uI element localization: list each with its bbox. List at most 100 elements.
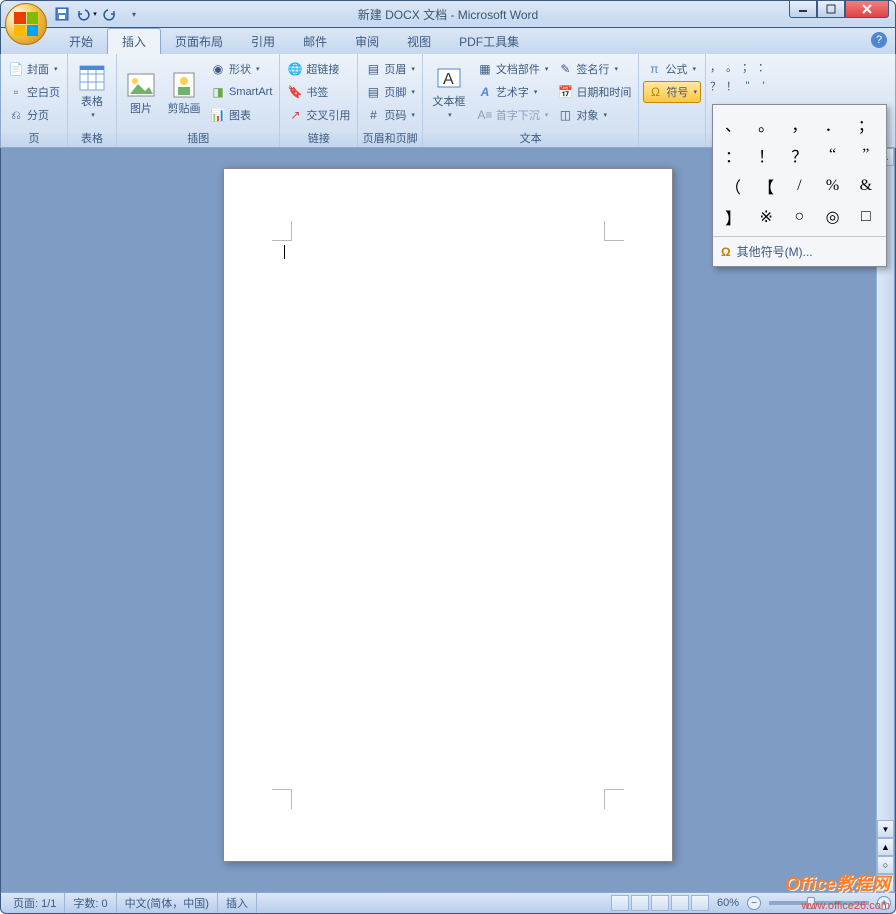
maximize-button[interactable] [817, 0, 845, 18]
symbol-item[interactable]: ※ [750, 202, 782, 232]
header-icon: ▤ [365, 61, 381, 77]
symbol-item[interactable]: 【 [750, 171, 782, 201]
hyperlink-button[interactable]: 🌐超链接 [284, 58, 353, 80]
prev-page-button[interactable]: ▲ [877, 838, 894, 856]
tab-references[interactable]: 引用 [237, 29, 289, 54]
tab-home[interactable]: 开始 [55, 29, 107, 54]
view-draft-button[interactable] [691, 895, 709, 911]
blank-page-button[interactable]: ▫空白页 [5, 81, 63, 103]
object-icon: ◫ [557, 107, 573, 123]
save-button[interactable] [51, 3, 73, 25]
status-lang[interactable]: 中文(简体，中国) [117, 893, 218, 913]
view-web-layout-button[interactable] [651, 895, 669, 911]
punct-exclaim[interactable]: ！ [724, 75, 739, 97]
help-button[interactable]: ? [871, 32, 887, 48]
punct-question[interactable]: ？ [708, 75, 723, 97]
bookmark-button[interactable]: 🔖书签 [284, 81, 353, 103]
cover-page-button[interactable]: 📄封面▾ [5, 58, 63, 80]
symbol-item[interactable]: ◎ [817, 202, 849, 232]
symbol-item[interactable]: ； [850, 109, 882, 139]
view-full-screen-button[interactable] [631, 895, 649, 911]
redo-button[interactable] [99, 3, 121, 25]
zoom-out-button[interactable]: − [747, 896, 761, 910]
symbol-item[interactable]: & [850, 171, 882, 201]
header-button[interactable]: ▤页眉▾ [362, 58, 418, 80]
equation-button[interactable]: π公式▾ [643, 58, 701, 80]
table-icon [76, 62, 108, 94]
group-label: 插图 [117, 130, 279, 147]
tab-pdf-tools[interactable]: PDF工具集 [445, 29, 533, 54]
footer-icon: ▤ [365, 84, 381, 100]
label: 页眉 [384, 61, 406, 77]
footer-button[interactable]: ▤页脚▾ [362, 81, 418, 103]
tab-mailings[interactable]: 邮件 [289, 29, 341, 54]
symbol-item[interactable]: ” [850, 140, 882, 170]
label: 对象 [576, 107, 598, 123]
label: 首字下沉 [496, 107, 540, 123]
view-print-layout-button[interactable] [611, 895, 629, 911]
picture-button[interactable]: 图片 [121, 57, 161, 127]
page-number-button[interactable]: #页码▾ [362, 104, 418, 126]
table-button[interactable]: 表格▾ [72, 57, 112, 127]
text-box-button[interactable]: A 文本框▾ [427, 57, 471, 127]
group-label: 文本 [423, 130, 639, 147]
label: 超链接 [306, 61, 339, 77]
date-time-button[interactable]: 📅日期和时间 [554, 81, 634, 103]
date-icon: 📅 [557, 84, 573, 100]
more-symbols-button[interactable]: Ω 其他符号(M)... [713, 236, 886, 266]
symbol-item[interactable]: ！ [750, 140, 782, 170]
equation-icon: π [646, 61, 662, 77]
symbol-dropdown: 、 。 ， ． ； ： ！ ？ “ ” （ 【 / % & 】 ※ ○ ◎ □ … [712, 104, 887, 267]
symbol-item[interactable]: ： [717, 140, 749, 170]
undo-button[interactable]: ▾ [75, 3, 97, 25]
status-words[interactable]: 字数: 0 [65, 893, 116, 913]
status-page[interactable]: 页面: 1/1 [5, 893, 65, 913]
punct-dquote[interactable]: " [740, 75, 755, 97]
view-outline-button[interactable] [671, 895, 689, 911]
clipart-button[interactable]: 剪贴画 [164, 57, 204, 127]
signature-button[interactable]: ✎签名行▾ [554, 58, 634, 80]
wordart-button[interactable]: A艺术字▾ [474, 81, 552, 103]
tab-page-layout[interactable]: 页面布局 [161, 29, 237, 54]
tab-review[interactable]: 审阅 [341, 29, 393, 54]
symbol-item[interactable]: （ [717, 171, 749, 201]
watermark: Office教程网 [785, 870, 890, 896]
shapes-icon: ◉ [210, 61, 226, 77]
drop-cap-button[interactable]: A≡首字下沉▾ [474, 104, 552, 126]
symbol-item[interactable]: / [783, 171, 815, 201]
zoom-level[interactable]: 60% [717, 897, 739, 909]
tab-view[interactable]: 视图 [393, 29, 445, 54]
label: 图片 [130, 103, 152, 115]
punct-squote[interactable]: ' [756, 75, 771, 97]
scroll-down-button[interactable]: ▼ [877, 820, 894, 838]
margin-mark-icon [604, 789, 624, 809]
symbol-item[interactable]: 。 [750, 109, 782, 139]
smartart-button[interactable]: ◨SmartArt [207, 81, 275, 103]
qat-customize[interactable]: ▾ [123, 3, 145, 25]
symbol-button[interactable]: Ω符号▾ [643, 81, 701, 103]
object-button[interactable]: ◫对象▾ [554, 104, 634, 126]
page[interactable] [223, 168, 673, 862]
symbol-item[interactable]: ○ [783, 202, 815, 232]
symbol-item[interactable]: “ [817, 140, 849, 170]
close-button[interactable] [845, 0, 889, 18]
cross-ref-button[interactable]: ↗交叉引用 [284, 104, 353, 126]
quick-parts-button[interactable]: ▦文档部件▾ [474, 58, 552, 80]
group-label: 链接 [280, 130, 357, 147]
office-button[interactable] [5, 3, 47, 45]
page-break-button[interactable]: ⎌分页 [5, 104, 63, 126]
shapes-button[interactable]: ◉形状▾ [207, 58, 275, 80]
minimize-button[interactable] [789, 0, 817, 18]
quick-access-toolbar: ▾ ▾ [51, 3, 145, 25]
symbol-item[interactable]: 】 [717, 202, 749, 232]
tab-insert[interactable]: 插入 [107, 28, 161, 54]
symbol-item[interactable]: ． [817, 109, 849, 139]
label: 形状 [229, 61, 251, 77]
chart-button[interactable]: 📊图表 [207, 104, 275, 126]
symbol-item[interactable]: 、 [717, 109, 749, 139]
status-mode[interactable]: 插入 [218, 893, 257, 913]
symbol-item[interactable]: □ [850, 202, 882, 232]
symbol-item[interactable]: ， [783, 109, 815, 139]
symbol-item[interactable]: % [817, 171, 849, 201]
symbol-item[interactable]: ？ [783, 140, 815, 170]
